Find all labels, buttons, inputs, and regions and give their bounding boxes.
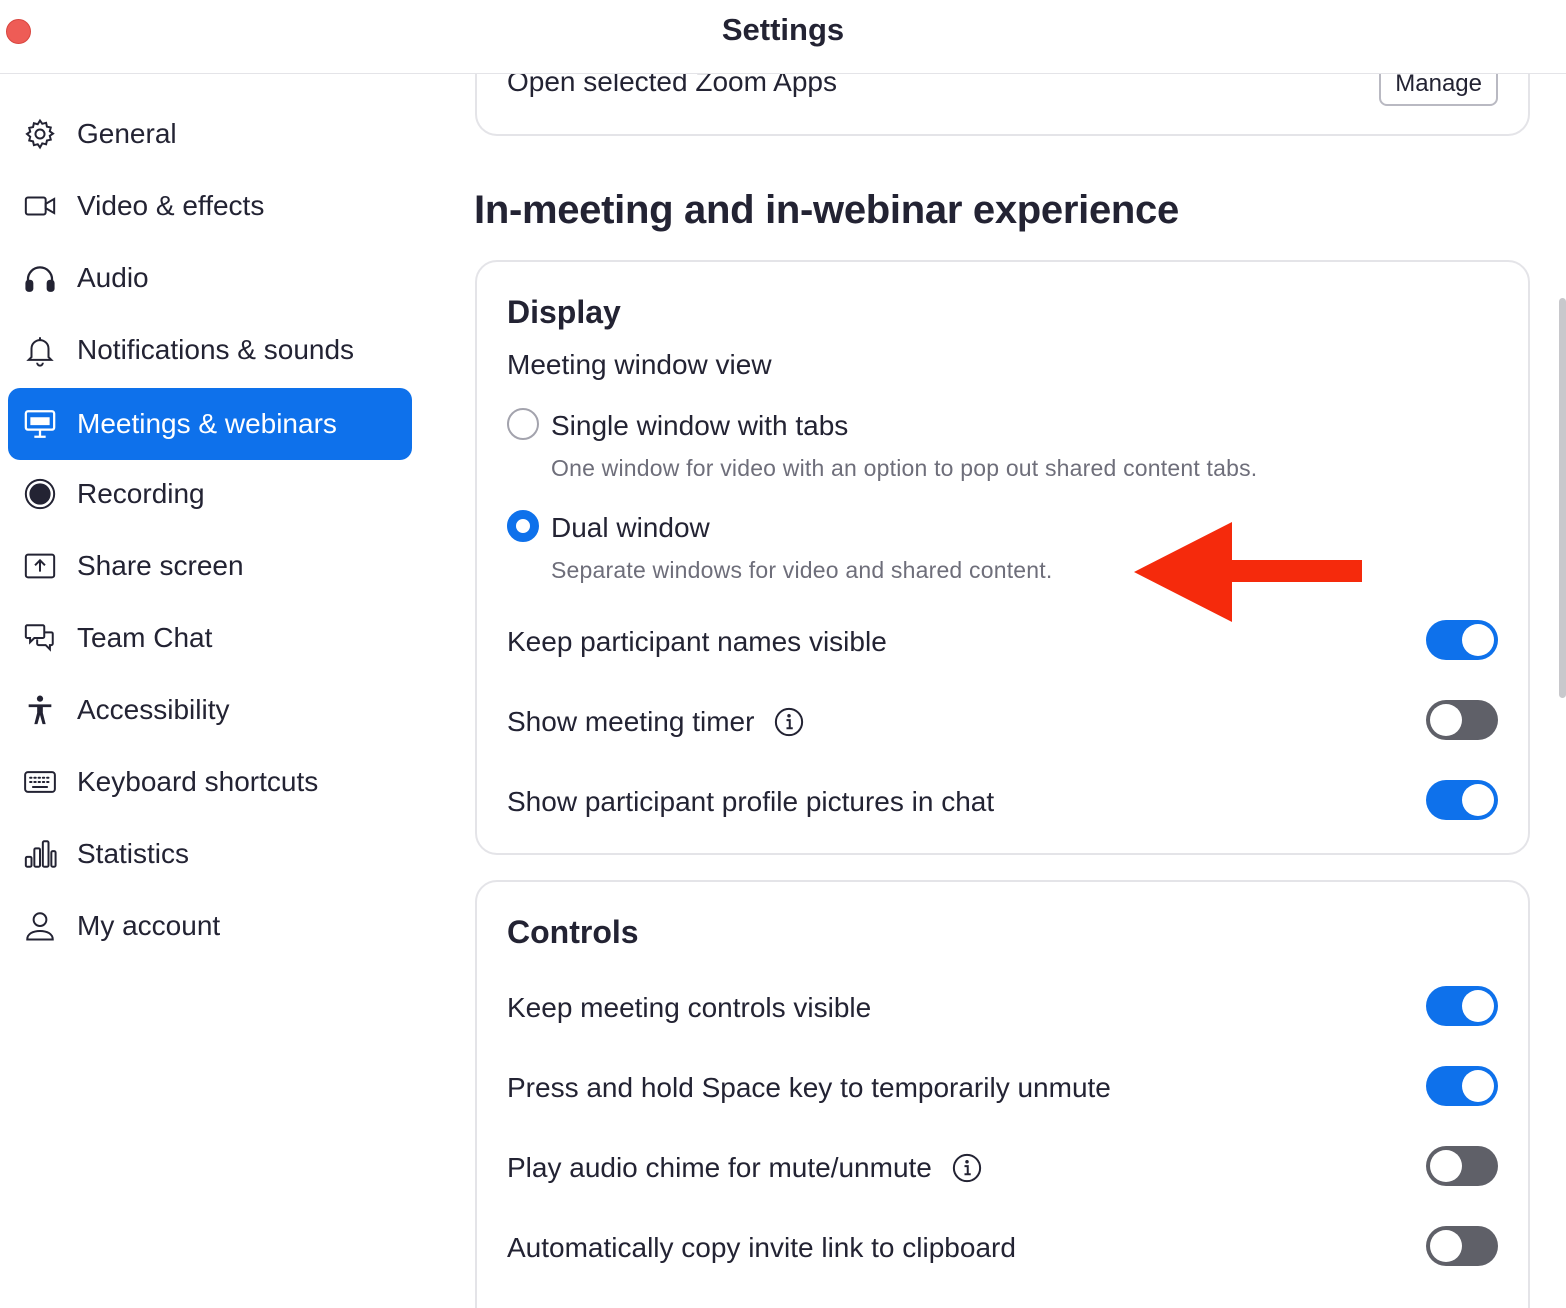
sidebar-item-accessibility[interactable]: Accessibility — [8, 674, 412, 746]
space-to-unmute-label: Press and hold Space key to temporarily … — [507, 1072, 1111, 1104]
sidebar-item-label: Keyboard shortcuts — [77, 766, 319, 797]
video-camera-icon — [22, 188, 58, 224]
dual-window-description: Separate windows for video and shared co… — [551, 557, 1053, 583]
info-icon[interactable] — [952, 1153, 982, 1183]
sidebar-item-label: Statistics — [77, 838, 190, 869]
sidebar-item-label: Recording — [77, 478, 205, 509]
sidebar-item-general[interactable]: General — [8, 98, 412, 170]
sidebar-item-label: Accessibility — [77, 694, 230, 725]
sidebar-item-label: Team Chat — [77, 622, 213, 653]
toggle-knob — [1462, 990, 1494, 1022]
accessibility-person-icon — [22, 692, 58, 728]
keep-names-visible-toggle[interactable] — [1426, 620, 1498, 660]
sidebar-item-label: General — [77, 118, 177, 149]
sidebar-item-my-account[interactable]: My account — [8, 890, 412, 962]
audio-chime-label: Play audio chime for mute/unmute — [507, 1152, 982, 1184]
sidebar-item-keyboard-shortcuts[interactable]: Keyboard shortcuts — [8, 746, 412, 818]
sidebar-item-label: Audio — [77, 262, 149, 293]
keep-controls-visible-label: Keep meeting controls visible — [507, 992, 871, 1024]
dual-window-label[interactable]: Dual window — [551, 512, 710, 544]
sidebar-item-label: Share screen — [77, 550, 244, 581]
space-to-unmute-toggle[interactable] — [1426, 1066, 1498, 1106]
window-title: Settings — [721, 12, 845, 47]
toggle-label: Keep participant names visible — [507, 626, 887, 657]
gear-icon — [22, 116, 58, 152]
toggle-knob — [1462, 1070, 1494, 1102]
zoom-apps-label: Open selected Zoom Apps — [507, 74, 837, 97]
show-meeting-timer-label: Show meeting timer — [507, 706, 804, 738]
display-title: Display — [507, 294, 621, 330]
sidebar-item-label: My account — [77, 910, 221, 941]
toggle-knob — [1462, 624, 1494, 656]
copy-invite-link-toggle[interactable] — [1426, 1226, 1498, 1266]
toggle-label: Keep meeting controls visible — [507, 992, 872, 1023]
toggle-label: Show meeting timer — [507, 706, 755, 737]
keyboard-icon — [22, 764, 58, 800]
sidebar-item-statistics[interactable]: Statistics — [8, 818, 412, 890]
sidebar-item-recording[interactable]: Recording — [8, 458, 412, 530]
toggle-label: Press and hold Space key to temporarily … — [507, 1072, 1111, 1103]
presentation-screen-icon — [22, 406, 58, 442]
chat-bubbles-icon — [22, 620, 58, 656]
user-icon — [22, 908, 58, 944]
single-window-description: One window for video with an option to p… — [551, 455, 1258, 481]
sidebar-item-share-screen[interactable]: Share screen — [8, 530, 412, 602]
section-heading: In-meeting and in-webinar experience — [474, 188, 1179, 232]
single-window-label[interactable]: Single window with tabs — [551, 410, 848, 442]
profile-pictures-chat-toggle[interactable] — [1426, 780, 1498, 820]
share-screen-icon — [22, 548, 58, 584]
sidebar-item-notifications-sounds[interactable]: Notifications & sounds — [8, 314, 412, 386]
profile-pictures-chat-label: Show participant profile pictures in cha… — [507, 786, 994, 818]
meeting-window-view-label: Meeting window view — [507, 349, 772, 380]
zoom-apps-card: Open selected Zoom Apps Manage — [475, 74, 1530, 136]
copy-invite-link-label: Automatically copy invite link to clipbo… — [507, 1232, 1016, 1264]
sidebar-item-meetings-webinars[interactable]: Meetings & webinars — [8, 388, 412, 460]
toggle-label: Play audio chime for mute/unmute — [507, 1152, 932, 1183]
sidebar-item-team-chat[interactable]: Team Chat — [8, 602, 412, 674]
controls-card: Controls Keep meeting controls visible P… — [475, 880, 1530, 1308]
sidebar-item-video-effects[interactable]: Video & effects — [8, 170, 412, 242]
toggle-knob — [1430, 1230, 1462, 1262]
settings-sidebar: General Video & effects Audio Notificati… — [0, 74, 430, 1308]
toggle-knob — [1462, 784, 1494, 816]
toggle-knob — [1430, 1150, 1462, 1182]
bar-chart-icon — [22, 836, 58, 872]
toggle-knob — [1430, 704, 1462, 736]
keep-controls-visible-toggle[interactable] — [1426, 986, 1498, 1026]
sidebar-item-label: Video & effects — [77, 190, 265, 221]
manage-button[interactable]: Manage — [1379, 74, 1498, 106]
red-arrow-annotation — [1134, 522, 1362, 622]
display-card: Display Meeting window view Single windo… — [475, 260, 1530, 855]
headphones-icon — [22, 260, 58, 296]
settings-content: Open selected Zoom Apps Manage In-meetin… — [430, 74, 1566, 1308]
record-icon — [22, 476, 58, 512]
controls-title: Controls — [507, 914, 639, 950]
title-bar: Settings — [0, 0, 1566, 74]
sidebar-item-audio[interactable]: Audio — [8, 242, 412, 314]
sidebar-item-label: Notifications & sounds — [77, 334, 355, 365]
sidebar-item-label: Meetings & webinars — [77, 408, 337, 439]
toggle-label: Automatically copy invite link to clipbo… — [507, 1232, 1016, 1263]
audio-chime-toggle[interactable] — [1426, 1146, 1498, 1186]
dual-window-radio[interactable] — [507, 510, 539, 542]
scrollbar-thumb[interactable] — [1559, 298, 1566, 698]
single-window-radio[interactable] — [507, 408, 539, 440]
info-icon[interactable] — [774, 707, 804, 737]
bell-icon — [22, 332, 58, 368]
keep-names-visible-label: Keep participant names visible — [507, 626, 887, 658]
show-meeting-timer-toggle[interactable] — [1426, 700, 1498, 740]
toggle-label: Show participant profile pictures in cha… — [507, 786, 995, 817]
